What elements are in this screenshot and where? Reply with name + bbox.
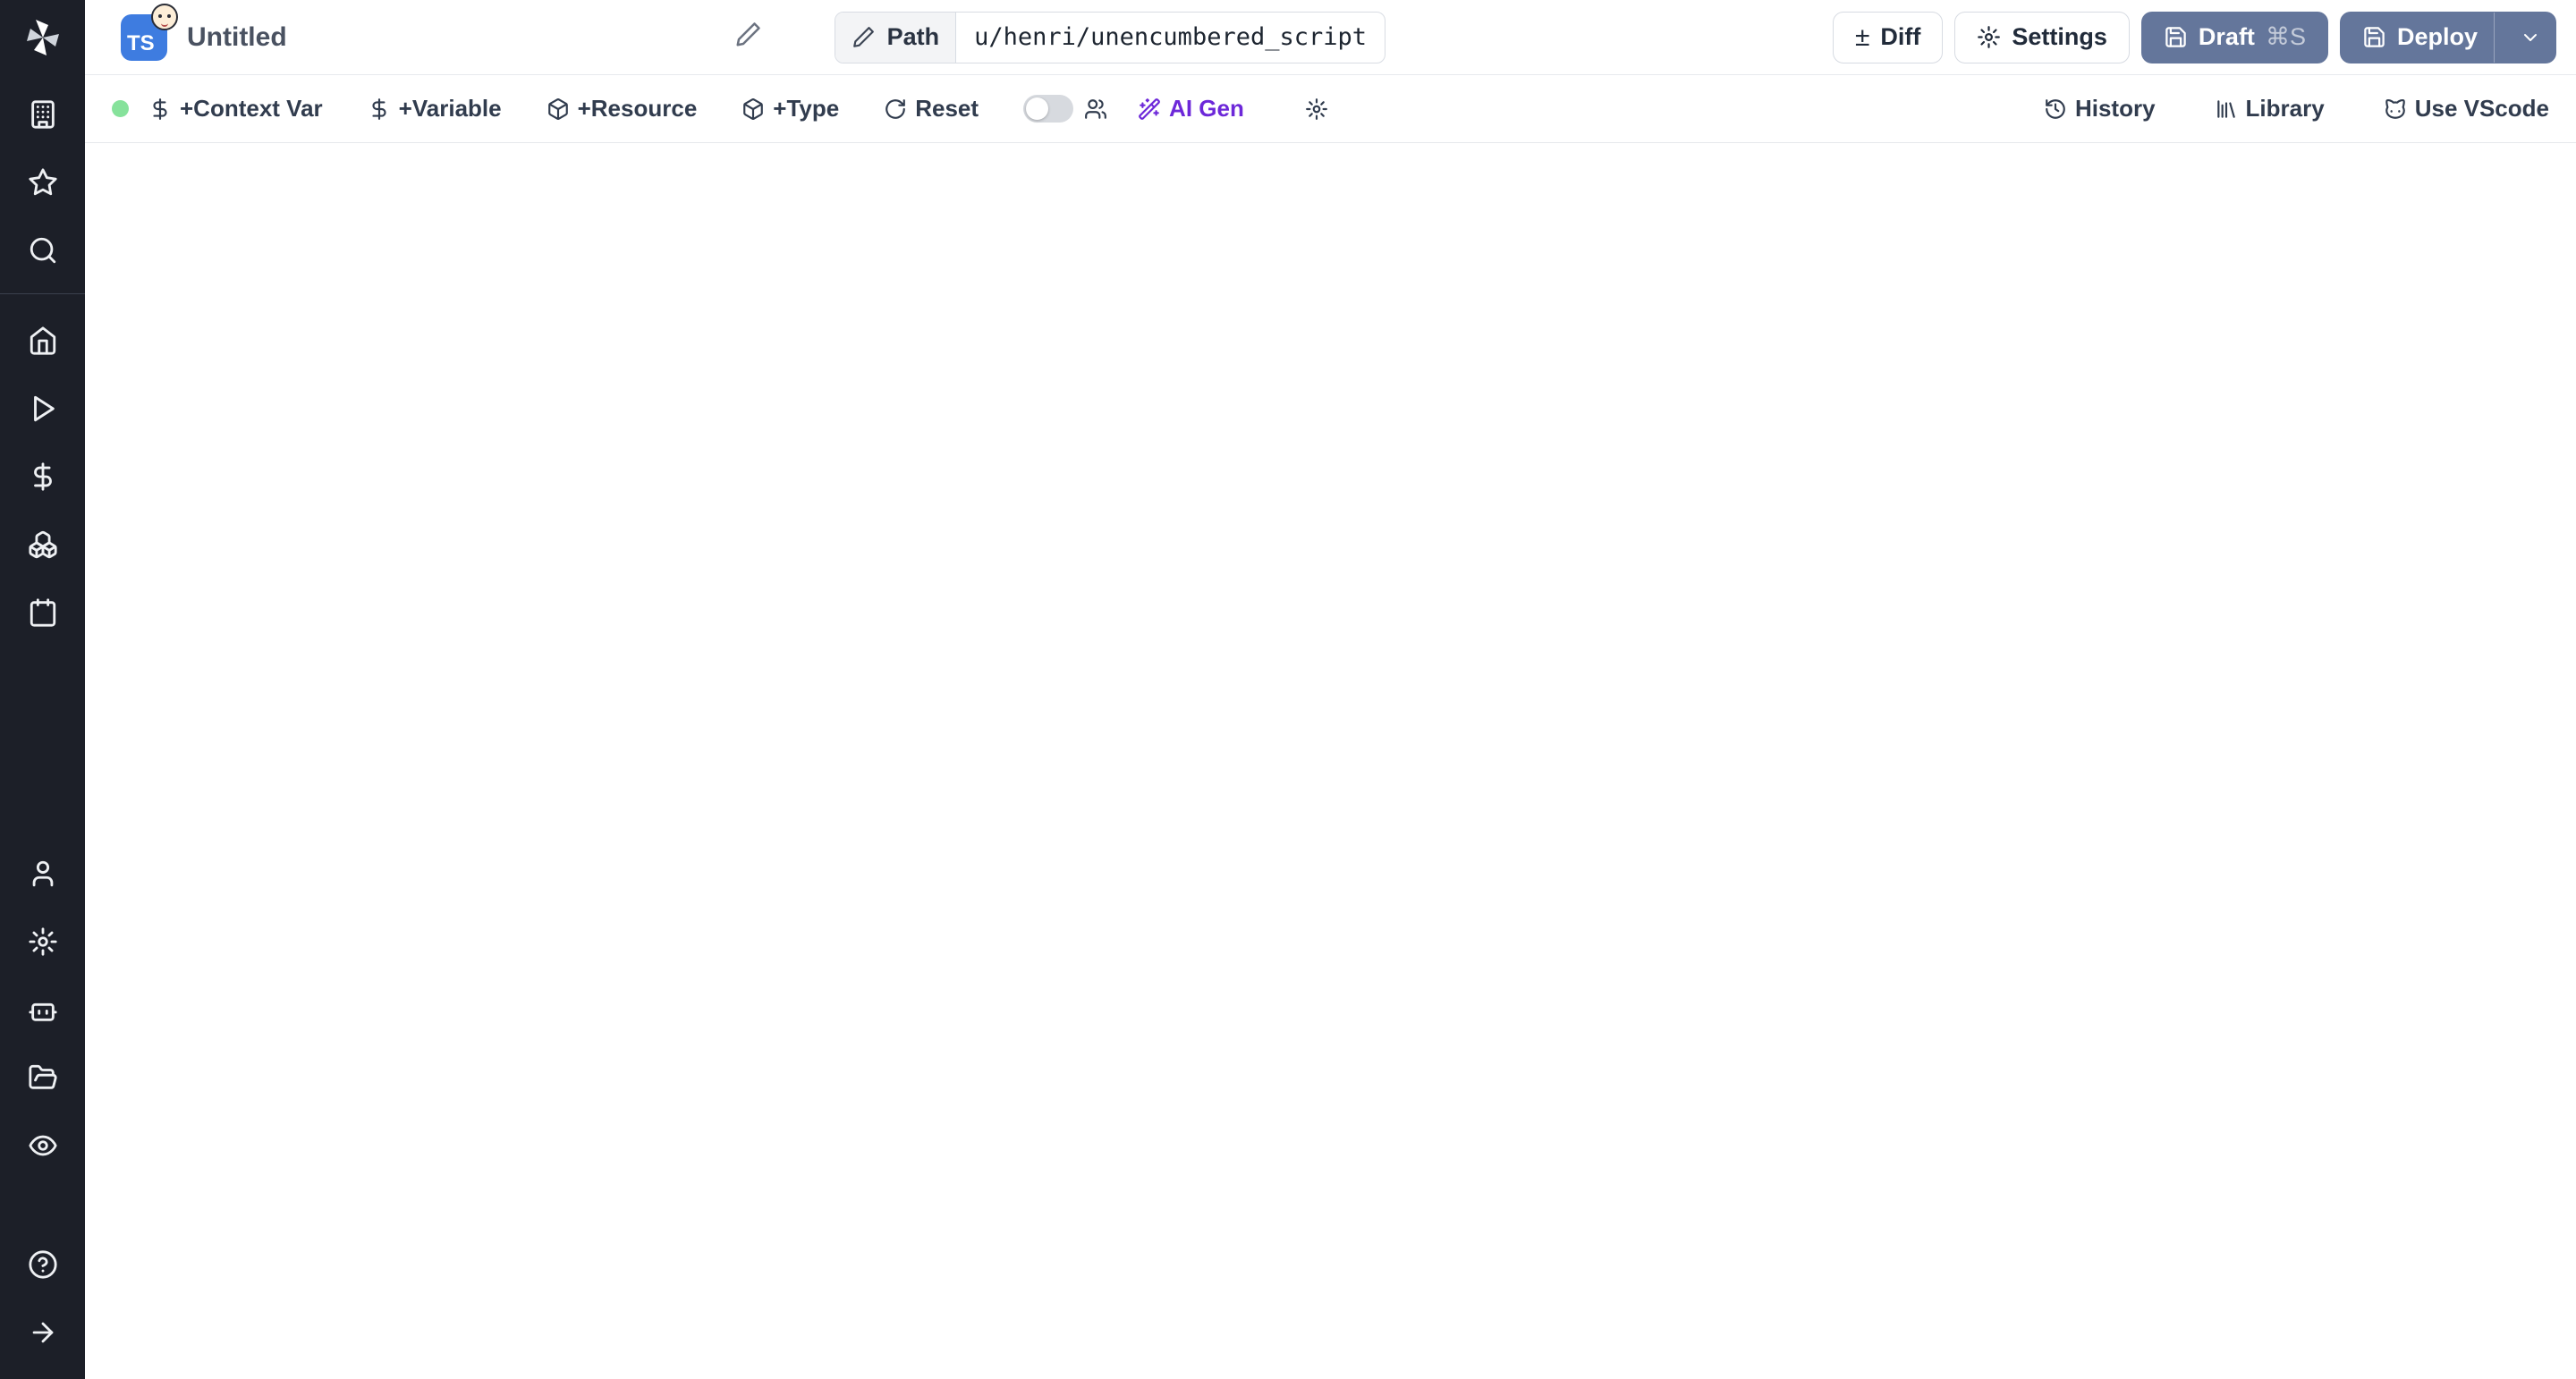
editor-toolbar: +Context Var +Variable +Resource +Type R… — [85, 75, 2576, 143]
sidebar-item-variables[interactable] — [0, 443, 85, 511]
windmill-logo[interactable] — [21, 16, 64, 59]
home-icon — [28, 326, 58, 356]
boxes-icon — [28, 529, 58, 560]
cat-icon — [2384, 97, 2407, 121]
gear-icon — [1977, 25, 2001, 49]
sidebar-item-resources[interactable] — [0, 511, 85, 579]
rotate-cw-icon — [884, 97, 907, 121]
deploy-split-divider — [2494, 13, 2495, 63]
calendar-icon — [28, 597, 58, 628]
history-label: History — [2075, 95, 2156, 123]
ai-gen-button[interactable]: AI Gen — [1138, 95, 1244, 123]
dollar-icon — [368, 97, 391, 121]
dollar-icon — [148, 97, 172, 121]
path-value: u/henri/unencumbered_script — [956, 13, 1385, 63]
dollar-icon — [28, 461, 58, 492]
sidebar-item-workspace[interactable] — [0, 80, 85, 148]
users-icon — [1084, 97, 1107, 121]
language-badge-typescript: TS — [121, 14, 167, 61]
sidebar-item-users[interactable] — [0, 840, 85, 908]
settings-button[interactable]: Settings — [1954, 12, 2130, 63]
baby-emoji-icon — [151, 4, 178, 30]
language-badge-label: TS — [127, 31, 155, 56]
use-vscode-button[interactable]: Use VScode — [2384, 95, 2549, 123]
add-variable-button[interactable]: +Variable — [368, 95, 502, 123]
sidebar-divider — [0, 293, 85, 294]
gear-icon — [28, 926, 58, 957]
toggle-knob — [1026, 97, 1048, 120]
edit-title-button[interactable] — [734, 21, 761, 53]
package-icon — [741, 97, 765, 121]
draft-shortcut: ⌘S — [2266, 23, 2306, 51]
star-icon — [28, 167, 58, 198]
script-title: Untitled — [187, 22, 287, 53]
topbar: TS Untitled Path u/henri/unencumbered_sc… — [85, 0, 2576, 75]
pencil-icon — [852, 26, 875, 49]
add-resource-button[interactable]: +Resource — [547, 95, 698, 123]
diff-label: Diff — [1880, 23, 1920, 51]
gear-icon — [1305, 97, 1328, 121]
add-variable-label: +Variable — [399, 95, 502, 123]
deploy-dropdown-button[interactable] — [2505, 27, 2555, 48]
sidebar-item-settings[interactable] — [0, 908, 85, 976]
add-type-label: +Type — [773, 95, 839, 123]
library-label: Library — [2246, 95, 2325, 123]
deploy-label: Deploy — [2397, 23, 2478, 51]
add-context-var-button[interactable]: +Context Var — [148, 95, 323, 123]
sidebar-item-search[interactable] — [0, 216, 85, 284]
help-circle-icon — [28, 1249, 58, 1280]
package-icon — [547, 97, 570, 121]
reset-label: Reset — [915, 95, 979, 123]
add-context-var-label: +Context Var — [180, 95, 323, 123]
sidebar-item-home[interactable] — [0, 307, 85, 375]
add-resource-label: +Resource — [578, 95, 698, 123]
chevron-down-icon — [2520, 27, 2541, 48]
play-icon — [28, 393, 58, 424]
deploy-button[interactable]: Deploy — [2340, 12, 2556, 63]
arrow-right-icon — [28, 1317, 58, 1348]
path-label-chip: Path — [835, 13, 957, 63]
sidebar — [0, 0, 85, 1379]
path-field[interactable]: Path u/henri/unencumbered_script — [835, 12, 1385, 63]
status-dot — [112, 100, 129, 117]
search-icon — [28, 235, 58, 266]
user-icon — [28, 859, 58, 889]
sidebar-item-runs[interactable] — [0, 375, 85, 443]
wand-sparkles-icon — [1138, 97, 1161, 121]
add-type-button[interactable]: +Type — [741, 95, 839, 123]
sidebar-item-favorites[interactable] — [0, 148, 85, 216]
sidebar-item-folders[interactable] — [0, 1044, 85, 1112]
save-icon — [2164, 25, 2188, 49]
ai-gen-label: AI Gen — [1169, 95, 1244, 123]
editor-settings-button[interactable] — [1305, 97, 1328, 121]
path-label: Path — [887, 23, 940, 51]
sidebar-item-ai[interactable] — [0, 976, 85, 1044]
reset-button[interactable]: Reset — [884, 95, 979, 123]
multiplayer-users-button[interactable] — [1084, 97, 1107, 121]
building-icon — [28, 99, 58, 130]
history-clock-icon — [2044, 97, 2067, 121]
folder-open-icon — [28, 1062, 58, 1093]
sidebar-item-audit[interactable] — [0, 1112, 85, 1180]
draft-label: Draft — [2199, 23, 2255, 51]
save-icon — [2362, 25, 2386, 49]
settings-label: Settings — [2012, 23, 2107, 51]
use-vscode-label: Use VScode — [2415, 95, 2549, 123]
pencil-icon — [734, 21, 761, 48]
sidebar-item-help[interactable] — [0, 1231, 85, 1299]
sidebar-expand-button[interactable] — [0, 1299, 85, 1366]
draft-button[interactable]: Draft ⌘S — [2141, 12, 2328, 63]
plus-minus-icon: ± — [1855, 22, 1869, 53]
diff-button[interactable]: ± Diff — [1833, 12, 1943, 63]
multiplayer-toggle[interactable] — [1023, 95, 1073, 123]
history-button[interactable]: History — [2044, 95, 2156, 123]
library-icon — [2215, 97, 2238, 121]
bot-icon — [28, 994, 58, 1025]
library-button[interactable]: Library — [2215, 95, 2325, 123]
eye-icon — [28, 1130, 58, 1161]
sidebar-item-schedules[interactable] — [0, 579, 85, 647]
